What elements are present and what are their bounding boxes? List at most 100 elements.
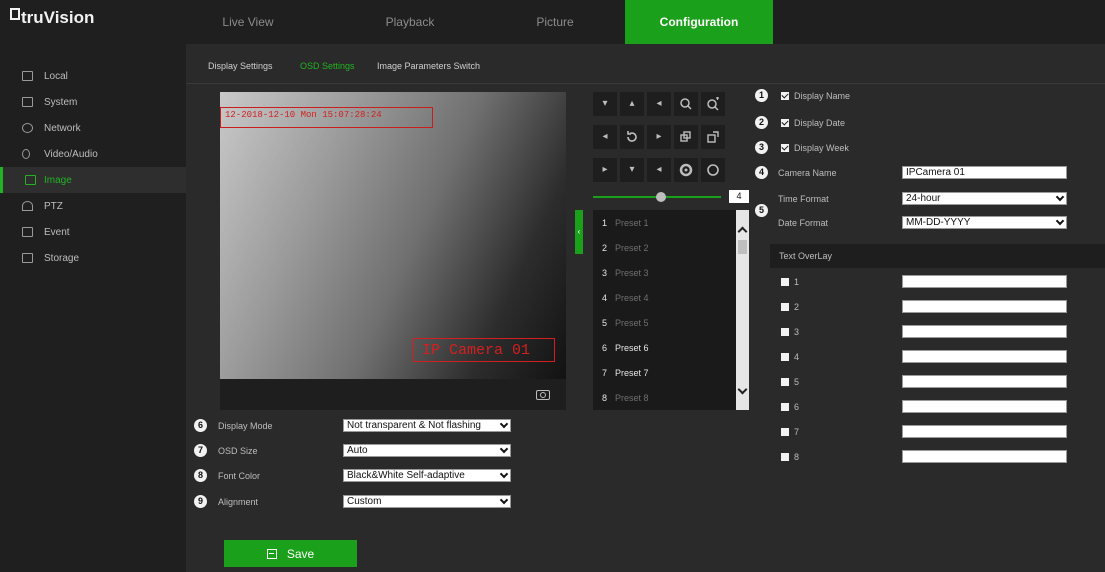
date-format-label: Date Format: [778, 218, 829, 228]
display-mode-select[interactable]: Not transparent & Not flashing: [343, 419, 511, 432]
ptz-up-right-button[interactable]: ◂: [647, 92, 671, 116]
overlay-checkbox[interactable]: [781, 353, 789, 361]
preset-item[interactable]: 5 Preset 5: [593, 310, 733, 335]
overlay-checkbox[interactable]: [781, 403, 789, 411]
overlay-text-input-7[interactable]: [902, 425, 1067, 438]
display-date-checkbox[interactable]: [781, 119, 789, 127]
preset-item[interactable]: 6 Preset 6: [593, 335, 733, 360]
scroll-down-icon[interactable]: [737, 384, 748, 395]
osd-datetime-box[interactable]: 12-2018-12-10 Mon 15:07:28:24: [220, 107, 433, 128]
speed-slider-handle[interactable]: [656, 192, 666, 202]
preset-scrollbar[interactable]: [736, 210, 749, 410]
ptz-down-left-button[interactable]: ▸: [593, 158, 617, 182]
sidebar-item-label: Event: [44, 226, 70, 238]
video-preview[interactable]: 12-2018-12-10 Mon 15:07:28:24 IP Camera …: [220, 92, 566, 379]
logo-text: truVision: [21, 8, 95, 27]
overlay-text-input-5[interactable]: [902, 375, 1067, 388]
overlay-checkbox[interactable]: [781, 428, 789, 436]
overlay-checkbox[interactable]: [781, 378, 789, 386]
focus-far-button[interactable]: [701, 125, 725, 149]
preset-item[interactable]: 3 Preset 3: [593, 260, 733, 285]
alignment-select[interactable]: Custom: [343, 495, 511, 508]
zoom-out-button[interactable]: [674, 92, 698, 116]
ptz-right-button[interactable]: ▸: [647, 125, 671, 149]
tab-playback[interactable]: Playback: [350, 0, 470, 44]
sidebar-item-network[interactable]: Network: [0, 115, 186, 141]
subtab-osd-settings[interactable]: OSD Settings: [300, 61, 355, 71]
osd-size-value: Auto: [347, 445, 368, 456]
text-overlay-header: Text OverLay: [770, 244, 1105, 268]
preset-item[interactable]: 8 Preset 8: [593, 385, 733, 410]
subtab-image-parameters-switch[interactable]: Image Parameters Switch: [377, 61, 480, 71]
iris-open-button[interactable]: [701, 158, 725, 182]
snapshot-camera-icon[interactable]: [535, 387, 551, 401]
sidebar: Local System Network Video/Audio Image P…: [0, 44, 186, 572]
preset-name: Preset 4: [615, 292, 649, 303]
ptz-up-left-button[interactable]: ▾: [593, 92, 617, 116]
preset-item[interactable]: 4 Preset 4: [593, 285, 733, 310]
display-week-row: Display Week: [781, 143, 849, 153]
camera-name-input[interactable]: IPCamera 01: [902, 166, 1067, 179]
overlay-text-input-6[interactable]: [902, 400, 1067, 413]
ptz-left-button[interactable]: ◂: [593, 125, 617, 149]
ptz-down-button[interactable]: ▾: [620, 158, 644, 182]
display-week-checkbox[interactable]: [781, 144, 789, 152]
ptz-down-right-button[interactable]: ◂: [647, 158, 671, 182]
refresh-icon: [627, 131, 637, 142]
sidebar-item-system[interactable]: System: [0, 89, 186, 115]
time-format-select[interactable]: 24-hour: [902, 192, 1067, 205]
display-name-checkbox[interactable]: [781, 92, 789, 100]
preset-name: Preset 5: [615, 317, 649, 328]
chevron-down-icon: [499, 420, 509, 429]
preset-item[interactable]: 7 Preset 7: [593, 360, 733, 385]
date-format-select[interactable]: MM-DD-YYYY: [902, 216, 1067, 229]
ptz-up-button[interactable]: ▴: [620, 92, 644, 116]
zoom-in-button[interactable]: [701, 92, 725, 116]
overlay-row-6: 6: [781, 402, 799, 412]
overlay-text-input-8[interactable]: [902, 450, 1067, 463]
date-format-value: MM-DD-YYYY: [906, 217, 971, 228]
subtab-display-settings[interactable]: Display Settings: [208, 61, 273, 71]
overlay-checkbox[interactable]: [781, 278, 789, 286]
osd-camera-name-box[interactable]: IP Camera 01: [413, 338, 555, 362]
preset-item[interactable]: 1 Preset 1: [593, 210, 733, 235]
sidebar-item-storage[interactable]: Storage: [0, 245, 186, 271]
overlay-checkbox[interactable]: [781, 453, 789, 461]
overlay-text-input-3[interactable]: [902, 325, 1067, 338]
camera-lens-icon: [540, 392, 546, 398]
badge-6: 6: [194, 419, 207, 432]
ptz-auto-button[interactable]: [620, 125, 644, 149]
font-color-select[interactable]: Black&White Self-adaptive: [343, 469, 511, 482]
focus-near-button[interactable]: [674, 125, 698, 149]
alignment-value: Custom: [347, 496, 382, 507]
preset-item[interactable]: 2 Preset 2: [593, 235, 733, 260]
preset-number: 3: [602, 267, 608, 278]
scroll-up-icon[interactable]: [737, 226, 748, 237]
overlay-text-input-2[interactable]: [902, 300, 1067, 313]
sidebar-item-video-audio[interactable]: Video/Audio: [0, 141, 186, 167]
tab-live-view[interactable]: Live View: [188, 0, 308, 44]
sidebar-item-label: Video/Audio: [44, 148, 98, 160]
scroll-thumb[interactable]: [738, 240, 747, 254]
iris-close-icon: [679, 163, 693, 177]
preset-collapse-tab[interactable]: ‹: [575, 210, 583, 254]
overlay-checkbox[interactable]: [781, 328, 789, 336]
osd-size-select[interactable]: Auto: [343, 444, 511, 457]
save-button[interactable]: Save: [224, 540, 357, 567]
subtab-bar: Display Settings OSD Settings Image Para…: [186, 44, 1105, 84]
overlay-number: 5: [794, 377, 800, 387]
sidebar-item-image[interactable]: Image: [0, 167, 186, 193]
ptz-control-pad: ▾ ▴ ◂ ◂ ▸ ▸ ▾ ◂: [593, 92, 749, 184]
overlay-text-input-1[interactable]: [902, 275, 1067, 288]
tab-picture[interactable]: Picture: [495, 0, 615, 44]
preset-name: Preset 8: [615, 392, 649, 403]
overlay-checkbox[interactable]: [781, 303, 789, 311]
overlay-text-input-4[interactable]: [902, 350, 1067, 363]
video-audio-icon: [22, 149, 30, 159]
sidebar-item-local[interactable]: Local: [0, 63, 186, 89]
preset-name: Preset 3: [615, 267, 649, 278]
sidebar-item-ptz[interactable]: PTZ: [0, 193, 186, 219]
sidebar-item-event[interactable]: Event: [0, 219, 186, 245]
tab-configuration[interactable]: Configuration: [625, 0, 773, 44]
iris-close-button[interactable]: [674, 158, 698, 182]
